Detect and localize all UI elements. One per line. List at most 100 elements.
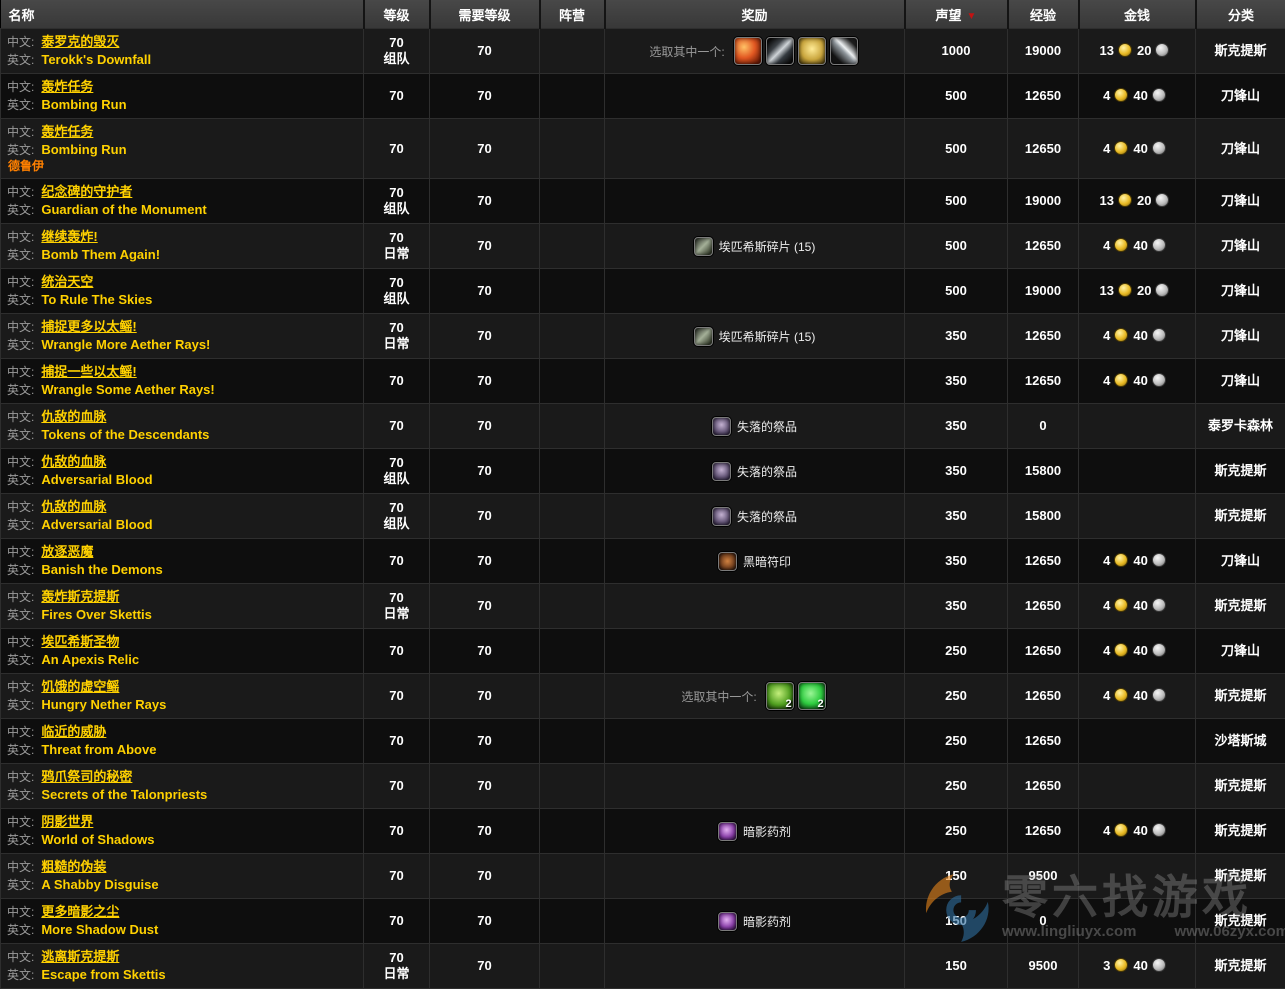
quest-link-en[interactable]: Hungry Nether Rays — [41, 697, 166, 712]
quest-link-cn[interactable]: 轰炸斯克提斯 — [41, 589, 119, 604]
quest-link-en[interactable]: Fires Over Skettis — [41, 607, 152, 622]
green-potion-icon[interactable]: 2 — [766, 682, 794, 710]
category-cell: 刀锋山 — [1196, 539, 1285, 584]
reward-item-link[interactable]: 埃匹希斯碎片 (15) — [719, 238, 816, 255]
quest-link-cn[interactable]: 逃离斯克提斯 — [41, 949, 119, 964]
quest-link-cn[interactable]: 鸦爪祭司的秘密 — [41, 769, 132, 784]
quest-link-cn[interactable]: 粗糙的伪装 — [41, 859, 106, 874]
level-value: 70 — [364, 553, 429, 569]
reward-item: 失落的祭品 — [712, 507, 797, 526]
quest-link-cn[interactable]: 捕捉一些以太鳐! — [41, 364, 136, 379]
level-cell: 70 — [364, 629, 430, 674]
quest-link-en[interactable]: Escape from Skettis — [41, 967, 165, 982]
quest-link-en[interactable]: A Shabby Disguise — [41, 877, 158, 892]
reward-item-link[interactable]: 失落的祭品 — [737, 508, 797, 525]
lost-offering-icon[interactable] — [712, 417, 731, 436]
money-cell: 1320 — [1079, 29, 1196, 74]
column-header-name[interactable]: 名称 — [1, 0, 364, 29]
quest-link-en[interactable]: Banish the Demons — [41, 562, 162, 577]
quest-link-en[interactable]: Bomb Them Again! — [41, 247, 160, 262]
quest-link-cn[interactable]: 埃匹希斯圣物 — [41, 634, 119, 649]
en-label: 英文: — [7, 428, 34, 442]
feather-icon[interactable] — [694, 327, 713, 346]
quest-link-cn[interactable]: 饥饿的虚空鳐 — [41, 679, 119, 694]
en-label: 英文: — [7, 338, 34, 352]
reputation-cell: 250 — [905, 764, 1008, 809]
silver-amount: 40 — [1133, 598, 1147, 613]
column-header-faction[interactable]: 阵营 — [540, 0, 605, 29]
column-header-level[interactable]: 等级 — [364, 0, 430, 29]
green-gem-icon[interactable]: 2 — [798, 682, 826, 710]
reward-item-link[interactable]: 暗影药剂 — [743, 823, 791, 840]
quest-link-en[interactable]: Guardian of the Monument — [41, 202, 206, 217]
reward-item-link[interactable]: 黑暗符印 — [743, 553, 791, 570]
money-cell: 1320 — [1079, 179, 1196, 224]
lost-offering-icon[interactable] — [712, 507, 731, 526]
quest-link-en[interactable]: Threat from Above — [41, 742, 156, 757]
quest-link-cn[interactable]: 更多暗影之尘 — [41, 904, 119, 919]
quest-link-cn[interactable]: 捕捉更多以太鳐! — [41, 319, 136, 334]
reward-item-link[interactable]: 失落的祭品 — [737, 463, 797, 480]
reward-item: 暗影药剂 — [718, 912, 791, 931]
quest-link-en[interactable]: Secrets of the Talonpriests — [41, 787, 207, 802]
quest-link-en[interactable]: Wrangle Some Aether Rays! — [41, 382, 214, 397]
quest-link-cn[interactable]: 仇敌的血脉 — [41, 499, 106, 514]
reward-item-link[interactable]: 埃匹希斯碎片 (15) — [719, 328, 816, 345]
level-value: 70 — [364, 778, 429, 794]
crossed-daggers-icon[interactable] — [766, 37, 794, 65]
quest-link-en[interactable]: Terokk's Downfall — [41, 52, 151, 67]
shadow-potion-icon[interactable] — [718, 912, 737, 931]
gold-coin-icon — [1118, 43, 1132, 57]
quest-link-en[interactable]: More Shadow Dust — [41, 922, 158, 937]
quest-row: 中文:捕捉一些以太鳐! 英文:Wrangle Some Aether Rays!… — [1, 359, 1285, 404]
quest-link-en[interactable]: Adversarial Blood — [41, 517, 152, 532]
gold-coin-icon — [1114, 598, 1128, 612]
header-row: 名称等级需要等级阵营奖励声望▼经验金钱分类 — [1, 0, 1285, 29]
quest-link-cn[interactable]: 阴影世界 — [41, 814, 93, 829]
quest-link-en[interactable]: Tokens of the Descendants — [41, 427, 209, 442]
dark-rune-icon[interactable] — [718, 552, 737, 571]
faction-cell — [540, 899, 605, 944]
column-header-reputation[interactable]: 声望▼ — [905, 0, 1008, 29]
quest-link-en[interactable]: To Rule The Skies — [41, 292, 152, 307]
feather-icon[interactable] — [694, 237, 713, 256]
level-cell: 70 — [364, 74, 430, 119]
lost-offering-icon[interactable] — [712, 462, 731, 481]
quest-link-cn[interactable]: 继续轰炸! — [41, 229, 97, 244]
reputation-cell: 500 — [905, 179, 1008, 224]
column-header-category[interactable]: 分类 — [1196, 0, 1285, 29]
column-header-xp[interactable]: 经验 — [1008, 0, 1079, 29]
quest-link-en[interactable]: World of Shadows — [41, 832, 154, 847]
category-cell: 刀锋山 — [1196, 74, 1285, 119]
silver-amount: 40 — [1133, 238, 1147, 253]
silver-amount: 40 — [1133, 373, 1147, 388]
column-header-money[interactable]: 金钱 — [1079, 0, 1196, 29]
cn-label: 中文: — [7, 80, 34, 94]
quest-link-cn[interactable]: 临近的威胁 — [41, 724, 106, 739]
quest-link-cn[interactable]: 纪念碑的守护者 — [41, 184, 132, 199]
reward-item-link[interactable]: 失落的祭品 — [737, 418, 797, 435]
quest-link-cn[interactable]: 统治天空 — [41, 274, 93, 289]
sharp-blade-icon[interactable] — [830, 37, 858, 65]
quest-link-en[interactable]: Adversarial Blood — [41, 472, 152, 487]
column-header-rewards[interactable]: 奖励 — [605, 0, 905, 29]
quest-link-cn[interactable]: 仇敌的血脉 — [41, 454, 106, 469]
quest-link-cn[interactable]: 放逐恶魔 — [41, 544, 93, 559]
quest-name-cell: 中文:埃匹希斯圣物 英文:An Apexis Relic — [1, 629, 364, 674]
fiery-mace-icon[interactable] — [734, 37, 762, 65]
quest-link-cn[interactable]: 泰罗克的毁灭 — [41, 34, 119, 49]
quest-link-cn[interactable]: 仇敌的血脉 — [41, 409, 106, 424]
column-header-req_level[interactable]: 需要等级 — [430, 0, 540, 29]
quest-link-cn[interactable]: 轰炸任务 — [41, 79, 93, 94]
en-label: 英文: — [7, 53, 34, 67]
quest-link-en[interactable]: Bombing Run — [41, 97, 126, 112]
quest-link-en[interactable]: An Apexis Relic — [41, 652, 139, 667]
quest-link-cn[interactable]: 轰炸任务 — [41, 124, 93, 139]
rewards-cell — [605, 764, 905, 809]
shadow-potion-icon[interactable] — [718, 822, 737, 841]
gold-trinket-icon[interactable] — [798, 37, 826, 65]
reward-item-link[interactable]: 暗影药剂 — [743, 913, 791, 930]
en-label: 英文: — [7, 788, 34, 802]
quest-link-en[interactable]: Wrangle More Aether Rays! — [41, 337, 210, 352]
quest-link-en[interactable]: Bombing Run — [41, 142, 126, 157]
